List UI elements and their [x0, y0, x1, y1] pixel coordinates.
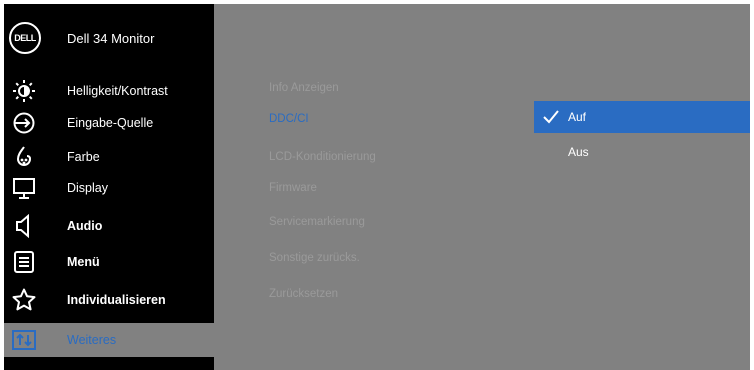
brightness-icon	[13, 80, 35, 102]
option-off[interactable]: Aus	[534, 136, 750, 168]
main-panel: Info Anzeigen DDC/CI LCD-Konditionierung…	[214, 4, 750, 370]
option-label: Auf	[568, 110, 587, 124]
option-on[interactable]: Auf	[534, 101, 750, 133]
sidebar-item-display[interactable]: Display	[4, 171, 214, 205]
submenu-item-reset-other[interactable]: Sonstige zurücks.	[269, 252, 360, 264]
submenu-item-ddc-ci[interactable]: DDC/CI	[269, 113, 309, 125]
sidebar-item-label: Helligkeit/Kontrast	[67, 84, 168, 98]
logo-text: DELL	[14, 33, 36, 43]
checkmark-icon	[543, 110, 559, 124]
submenu-item-info[interactable]: Info Anzeigen	[269, 82, 339, 94]
sidebar: DELL Dell 34 Monitor Helligkeit/Kontrast	[4, 4, 214, 370]
submenu-item-factory-reset[interactable]: Zurücksetzen	[269, 288, 338, 300]
submenu-item-service-tag[interactable]: Servicemarkierung	[269, 216, 365, 228]
menu-icon	[14, 251, 34, 273]
sidebar-item-label: Menü	[67, 255, 100, 269]
sidebar-item-input-source[interactable]: Eingabe-Quelle	[4, 106, 214, 140]
display-icon	[13, 178, 35, 199]
input-source-icon	[13, 112, 35, 134]
others-icon	[12, 330, 36, 350]
sidebar-item-audio[interactable]: Audio	[4, 209, 214, 243]
sidebar-item-others[interactable]: Weiteres	[4, 323, 214, 357]
option-label: Aus	[568, 145, 589, 159]
sidebar-item-menu[interactable]: Menü	[4, 245, 214, 279]
star-icon	[12, 288, 36, 311]
sidebar-item-label: Farbe	[67, 150, 100, 164]
color-icon	[16, 146, 32, 166]
dell-logo: DELL	[9, 22, 41, 54]
submenu-item-lcd-conditioning[interactable]: LCD-Konditionierung	[269, 151, 376, 163]
monitor-title: Dell 34 Monitor	[67, 31, 155, 46]
monitor-osd: DELL Dell 34 Monitor Helligkeit/Kontrast	[4, 4, 750, 370]
sidebar-item-label: Individualisieren	[67, 293, 166, 307]
sidebar-item-label: Display	[67, 181, 108, 195]
sidebar-item-label: Weiteres	[67, 333, 117, 347]
speaker-icon	[16, 214, 29, 238]
sidebar-item-color[interactable]: Farbe	[4, 140, 214, 174]
sidebar-item-label: Eingabe-Quelle	[67, 116, 154, 130]
sidebar-item-personalize[interactable]: Individualisieren	[4, 283, 214, 317]
submenu-item-firmware[interactable]: Firmware	[269, 182, 317, 194]
sidebar-item-label: Audio	[67, 219, 103, 233]
sidebar-item-brightness-contrast[interactable]: Helligkeit/Kontrast	[4, 74, 214, 108]
